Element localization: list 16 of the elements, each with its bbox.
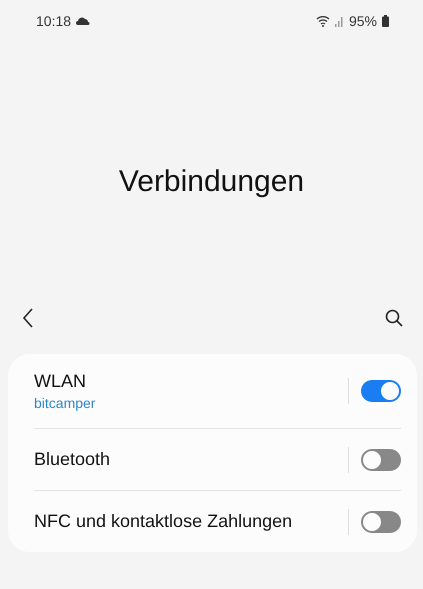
back-icon[interactable]: [22, 308, 34, 328]
signal-icon: [334, 16, 344, 26]
battery-icon: [382, 15, 389, 27]
setting-label: NFC und kontaktlose Zahlungen: [34, 511, 294, 532]
search-icon[interactable]: [385, 309, 403, 327]
setting-label: Bluetooth: [34, 449, 112, 470]
wifi-icon: [316, 15, 330, 27]
battery-percentage: 95%: [348, 13, 377, 29]
cloud-icon: [76, 17, 90, 25]
toggle-switch[interactable]: [361, 510, 401, 532]
setting-label: WLAN: [34, 371, 88, 392]
page-title: Verbindungen: [118, 165, 306, 199]
clock: 10:18: [36, 13, 72, 29]
network-name: bitcamper: [34, 395, 96, 411]
toggle-switch[interactable]: [361, 380, 401, 402]
toggle-switch[interactable]: [361, 448, 401, 470]
